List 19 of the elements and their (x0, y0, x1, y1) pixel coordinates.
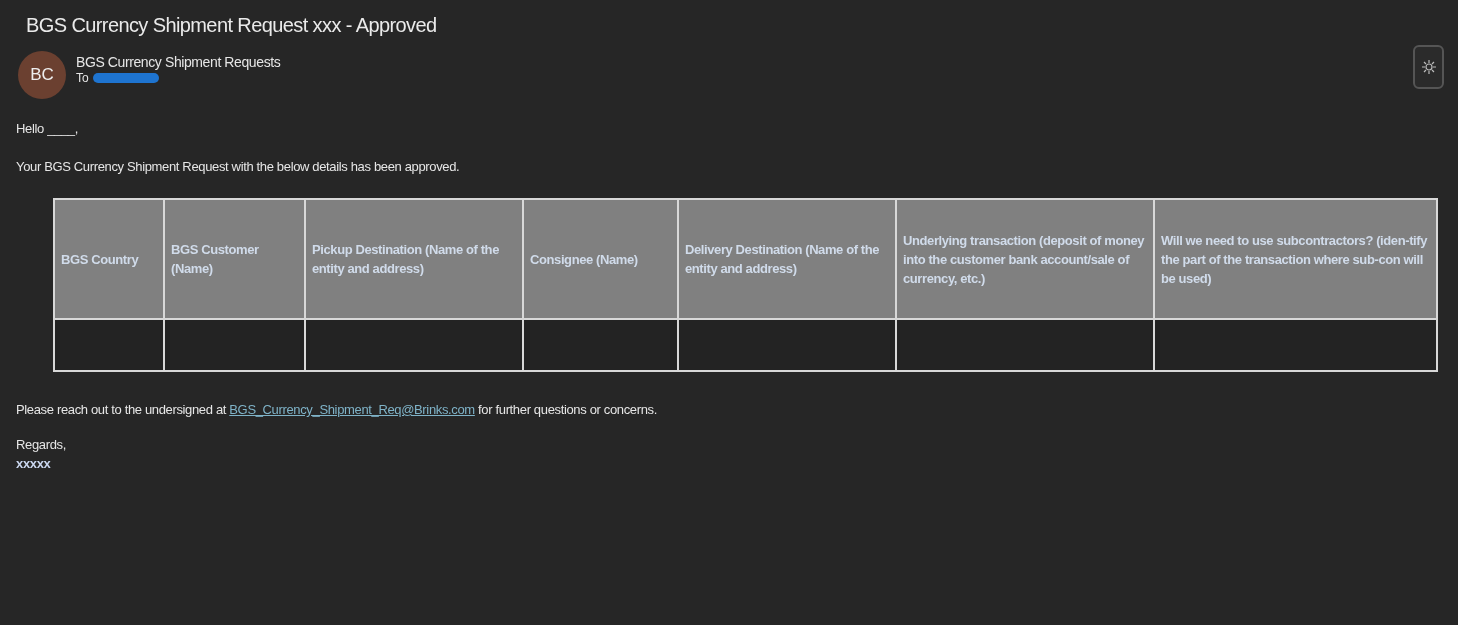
email-link[interactable]: BGS_Currency_Shipment_Req@Brinks.com (229, 402, 475, 417)
greeting-text: Hello ____, (16, 121, 79, 136)
email-subject: BGS Currency Shipment Request xxx - Approved (26, 14, 438, 37)
column-header: Pickup Destination (Name of the entity and address) (305, 199, 523, 319)
column-header: Consignee (Name) (523, 199, 678, 319)
closing-text: Regards, (16, 437, 67, 452)
sender-avatar: BC (18, 51, 66, 99)
sender-name: BGS Currency Shipment Requests (76, 53, 281, 70)
column-header: BGS Customer (Name) (164, 199, 305, 319)
column-header: Will we need to use subcontractors? (iden-tify the part of the transaction where sub-con will be used) (1154, 199, 1437, 319)
intro-text: Your BGS Currency Shipment Request with the below details has been approved. (16, 159, 461, 174)
to-label: To (76, 70, 89, 85)
contact-text: Please reach out to the undersigned at BGS_Currency_Shipment_Req@Brinks.com for further questions or concerns. (16, 402, 658, 417)
column-header: BGS Country (54, 199, 164, 319)
theme-toggle-button[interactable] (1413, 45, 1444, 89)
column-header: Delivery Destination (Name of the entity and address) (678, 199, 896, 319)
column-header: Underlying transaction (deposit of money into the customer bank account/sale of currency, etc.) (896, 199, 1154, 319)
sun-icon (1420, 59, 1437, 75)
signature-text: xxxxx (16, 456, 52, 471)
